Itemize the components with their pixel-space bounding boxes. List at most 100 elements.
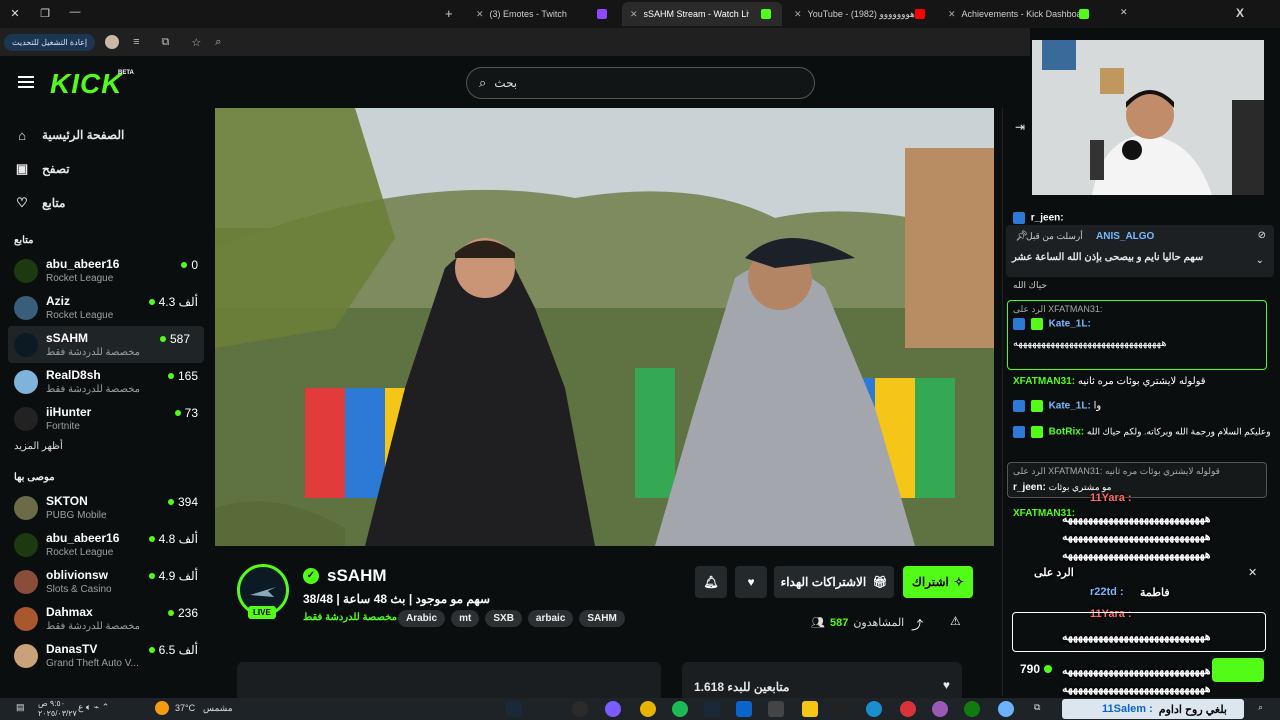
points-counter[interactable]: 790 [1020, 662, 1053, 676]
restore-window-icon[interactable]: ❐ [30, 7, 60, 20]
channel-category: Rocket League [46, 547, 114, 558]
sidebar-item-home[interactable]: ⌂ الصفحة الرئيسية [14, 118, 212, 152]
app-icon[interactable] [932, 701, 948, 717]
calculator-icon[interactable] [768, 701, 784, 717]
send-button[interactable] [1212, 658, 1264, 682]
kick-logo[interactable]: KICK [50, 68, 122, 100]
windows-taskbar: ▤ ٩:٥٠ ص ٢٠٢٥/٠٣/٢٧ ع 🔈︎ ⌁ ⌃ 37°C مشمس ⧉… [0, 698, 1280, 720]
steam-icon[interactable] [704, 701, 720, 717]
stream-category[interactable]: مخصصة للدردشة فقط [303, 612, 397, 623]
app-icon[interactable] [900, 701, 916, 717]
show-more-button[interactable]: أظهر المزيد [0, 437, 212, 459]
channel-name[interactable]: sSAHM [327, 566, 387, 586]
sidebar-channel[interactable]: abu_abeer16 Rocket League 0 [0, 252, 212, 289]
clock-time[interactable]: ٩:٥٠ ص [38, 699, 65, 708]
search-icon[interactable]: ⌕ [1258, 702, 1263, 713]
channel-name: DanasTV [46, 642, 98, 656]
app-icon[interactable] [605, 701, 621, 717]
channel-avatar [14, 295, 38, 320]
subscribe-button[interactable]: اشتراك ✧ [903, 566, 973, 598]
badge-icon [1030, 426, 1043, 438]
video-player[interactable] [215, 108, 994, 546]
sidebar-channel[interactable]: iiHunter Fortnite 73 [0, 400, 212, 437]
follow-button[interactable]: ♥ [735, 566, 767, 598]
terminal-icon[interactable] [834, 701, 850, 717]
badge-icon [1013, 318, 1025, 330]
channel-avatar [14, 532, 38, 557]
channel-text: iiHunter Fortnite [46, 405, 91, 432]
hide-pin-icon[interactable]: ⊘ [1258, 230, 1266, 241]
close-tab-icon[interactable]: ✕ [948, 9, 956, 20]
tab-search-icon[interactable]: ✕ [1120, 7, 1128, 18]
restart-to-update-button[interactable]: إعادة التشغيل للتحديث [4, 33, 96, 51]
bookmark-star-icon[interactable]: ☆ [191, 36, 201, 49]
gift-subs-button[interactable]: الاشتراكات الهداء 🎁︎ [774, 566, 894, 598]
channel-name: sSAHM [46, 331, 89, 345]
tray-icons[interactable]: ع 🔈︎ ⌁ ⌃ [78, 702, 109, 713]
heart-icon[interactable]: ♥ [943, 678, 950, 692]
chevron-down-icon[interactable]: ⌄ [1256, 255, 1264, 266]
channel-avatar [14, 332, 38, 357]
reading-list-icon[interactable]: ≡ [133, 36, 139, 48]
tag[interactable]: mt [451, 610, 480, 627]
sidebar-channel[interactable]: SKTON PUBG Mobile 394 [0, 489, 212, 526]
close-tab-icon[interactable]: ✕ [630, 9, 638, 20]
sidebar-channel[interactable]: oblivionsw Slots & Casino 4.9 ألف [0, 563, 212, 600]
report-icon[interactable]: ⚠ [950, 614, 961, 628]
sidebar-channel[interactable]: RealD8sh مخصصة للدردشة فقط 165 [0, 363, 212, 400]
sidebar-item-following[interactable]: ♡ متابع [14, 186, 212, 220]
app-icon[interactable] [964, 701, 980, 717]
chat-message: XFATMAN31: قولوله لايشتري بوئات مره ثاني… [1013, 376, 1206, 387]
overlay-reply-label: الرد على [1034, 567, 1074, 579]
edge-icon[interactable] [866, 701, 882, 717]
live-dot-icon [174, 410, 181, 416]
share-icon[interactable]: ⤴ [911, 616, 923, 633]
chat-message: r_jeen: [1013, 212, 1273, 224]
outlook-icon[interactable] [736, 701, 752, 717]
close-tab-icon[interactable]: ✕ [476, 9, 484, 20]
tag[interactable]: Arabic [398, 610, 446, 627]
youtube-icon [915, 9, 925, 19]
channel-category: مخصصة للدردشة فقط [46, 347, 141, 358]
tab-ssahm-stream[interactable]: ✕ sSAHM Stream - Watch Live [622, 2, 782, 26]
tab-kick-dashboard[interactable]: ✕ Achievements - Kick Dashboard [940, 2, 1100, 26]
kick-header: KICK BETA ⌕ بحث [0, 56, 1030, 108]
app-icon[interactable] [506, 701, 522, 717]
minimize-window-icon[interactable]: — [60, 6, 90, 18]
channel-text: RealD8sh مخصصة للدردشة فقط [46, 368, 140, 395]
weather-temp[interactable]: 37°C [175, 703, 195, 713]
search-input[interactable]: ⌕ بحث [466, 67, 815, 99]
tab-youtube[interactable]: ✕ YouTube - (1982) ياهووووووو [786, 2, 936, 26]
sidebar-item-browse[interactable]: ▣ تصفح [14, 152, 212, 186]
copilot-icon[interactable] [998, 701, 1014, 717]
sidebar-channel[interactable]: Dahmax مخصصة للدردشة فقط 236 [0, 600, 212, 637]
pinned-sender[interactable]: ANIS_ALGO [1096, 231, 1154, 242]
sidebar-channel[interactable]: abu_abeer16 Rocket League 4.8 ألف [0, 526, 212, 563]
sidebar-channel[interactable]: Aziz Rocket League 4.3 ألف [0, 289, 212, 326]
task-view-icon[interactable]: ⧉ [1034, 702, 1040, 713]
tag[interactable]: SXB [485, 610, 522, 627]
explorer-icon[interactable] [802, 701, 818, 717]
tab-twitch-emotes[interactable]: ✕ (3) Emotes - Twitch [468, 2, 618, 26]
spotify-icon[interactable] [672, 701, 688, 717]
new-tab-icon[interactable]: + [445, 6, 453, 21]
tag[interactable]: SAHM [579, 610, 625, 627]
notification-icon[interactable]: ▤ [16, 702, 25, 713]
tag[interactable]: arbaic [527, 610, 574, 627]
profile-icon[interactable] [105, 35, 120, 49]
collapse-chat-icon[interactable]: ⇥ [1015, 120, 1025, 134]
extensions-icon[interactable]: ⧉ [162, 36, 170, 49]
close-window-icon[interactable]: ✕ [0, 7, 30, 20]
app-icon[interactable] [572, 701, 588, 717]
zoom-icon[interactable]: ⌕ [215, 36, 221, 49]
viewer-count: 6.5 ألف [144, 643, 198, 657]
sidebar-channel[interactable]: sSAHM مخصصة للدردشة فقط 587 [8, 326, 204, 363]
clock-date[interactable]: ٢٠٢٥/٠٣/٢٧ [38, 709, 77, 718]
chrome-icon[interactable] [640, 701, 656, 717]
notification-button[interactable]: 🔔︎ [695, 566, 727, 598]
close-tab-icon[interactable]: ✕ [794, 9, 802, 20]
close-reply-icon[interactable]: ✕ [1248, 566, 1257, 579]
sidebar-channel[interactable]: DanasTV Grand Theft Auto V... 6.5 ألف [0, 637, 212, 674]
menu-icon[interactable] [18, 76, 34, 88]
x-icon[interactable]: X [1236, 6, 1244, 20]
